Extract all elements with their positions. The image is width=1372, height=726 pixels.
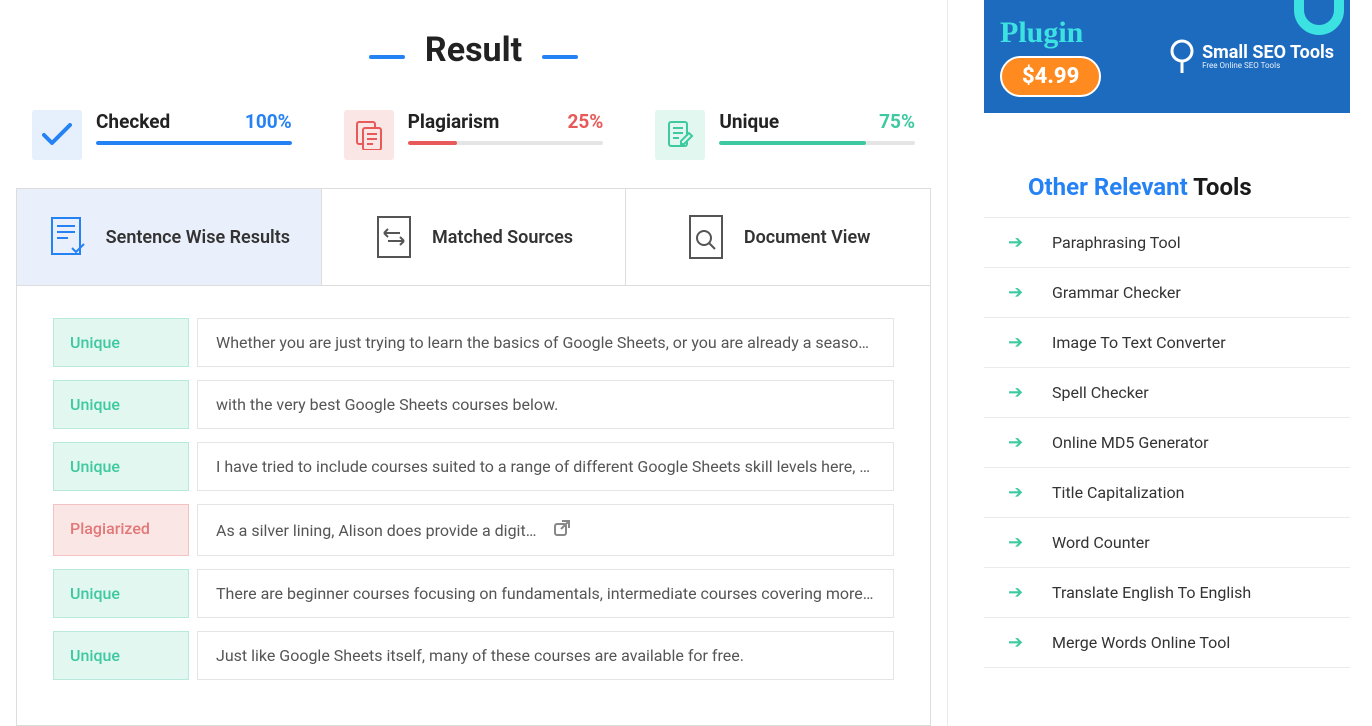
stats-row: Checked 100% Plagiarism 25% [16,110,931,188]
tool-item-label: Translate English To English [1052,583,1251,602]
tool-item[interactable]: ➔ Merge Words Online Tool [984,618,1350,668]
arrow-right-icon: ➔ [1008,282,1026,303]
tool-item[interactable]: ➔ Grammar Checker [984,268,1350,318]
ad-banner[interactable]: Plugin $4.99 Small SEO Tools Free Online… [984,0,1350,113]
result-sentence[interactable]: As a silver lining, Alison does provide … [197,504,894,556]
result-row: Unique Whether you are just trying to lea… [53,318,894,367]
tab-document-view[interactable]: Document View [626,189,930,285]
result-sentence[interactable]: Whether you are just trying to learn the… [197,318,894,367]
tool-item-label: Grammar Checker [1052,283,1181,302]
arrow-right-icon: ➔ [1008,632,1026,653]
result-sentence[interactable]: Just like Google Sheets itself, many of … [197,631,894,680]
result-sentence-text: Whether you are just trying to learn the… [216,333,875,352]
stat-plagiarism-label: Plagiarism [408,110,500,133]
dash-right [542,55,578,59]
tool-item[interactable]: ➔ Spell Checker [984,368,1350,418]
tool-item[interactable]: ➔ Translate English To English [984,568,1350,618]
tools-heading: Other Relevant Tools [984,153,1350,217]
stat-checked-label: Checked [96,110,170,133]
arrow-right-icon: ➔ [1008,232,1026,253]
sidebar: Plugin $4.99 Small SEO Tools Free Online… [948,0,1372,726]
stat-unique-value: 75% [879,110,915,133]
result-row: Unique I have tried to include courses su… [53,442,894,491]
arrow-right-icon: ➔ [1008,532,1026,553]
stat-checked-value: 100% [245,110,292,133]
stat-checked-bar [96,141,292,145]
tab-sentence-wise[interactable]: Sentence Wise Results [17,189,322,285]
tools-heading-dark: Tools [1193,173,1252,201]
tool-item[interactable]: ➔ Online MD5 Generator [984,418,1350,468]
result-title: Result [425,30,522,70]
arrow-right-icon: ➔ [1008,332,1026,353]
tab-matched-sources[interactable]: Matched Sources [322,189,627,285]
u-shape-icon [1294,0,1344,40]
tool-list: ➔ Paraphrasing Tool ➔ Grammar Checker ➔ Image… [984,217,1350,668]
main-content: Result Checked 100% [0,0,948,726]
tool-item[interactable]: ➔ Paraphrasing Tool [984,218,1350,268]
note-edit-icon [655,110,705,160]
ad-price: $4.99 [1000,56,1101,97]
list-check-icon [48,215,88,259]
check-icon [32,110,82,160]
result-row: Unique with the very best Google Sheets c… [53,380,894,429]
external-link-icon[interactable] [553,519,876,541]
tool-item-label: Merge Words Online Tool [1052,633,1230,652]
arrow-right-icon: ➔ [1008,582,1026,603]
tool-item[interactable]: ➔ Word Counter [984,518,1350,568]
result-tabs: Sentence Wise Results Matched Sources Do… [16,188,931,285]
result-sentence-text: Just like Google Sheets itself, many of … [216,646,875,665]
result-tag-unique: Unique [53,569,189,618]
ad-logo-sub: Free Online SEO Tools [1202,62,1334,70]
tool-item[interactable]: ➔ Image To Text Converter [984,318,1350,368]
result-sentence[interactable]: I have tried to include courses suited t… [197,442,894,491]
tab-matched-label: Matched Sources [432,227,573,248]
result-tag-plagiarized: Plagiarized [53,504,189,556]
result-tag-unique: Unique [53,442,189,491]
stat-unique: Unique 75% [655,110,915,160]
tools-heading-blue: Other Relevant [1028,173,1188,201]
tab-sentence-label: Sentence Wise Results [106,227,290,248]
result-row: Plagiarized As a silver lining, Alison do… [53,504,894,556]
tool-item[interactable]: ➔ Title Capitalization [984,468,1350,518]
arrow-right-icon: ➔ [1008,432,1026,453]
stat-plagiarism: Plagiarism 25% [344,110,604,160]
result-row: Unique Just like Google Sheets itself, ma… [53,631,894,680]
result-row: Unique There are beginner courses focusin… [53,569,894,618]
ad-logo-main: Small SEO Tools [1202,44,1334,62]
result-tag-unique: Unique [53,631,189,680]
stat-unique-label: Unique [719,110,779,133]
result-tag-unique: Unique [53,380,189,429]
tool-item-label: Word Counter [1052,533,1150,552]
tool-item-label: Spell Checker [1052,383,1149,402]
tool-item-label: Image To Text Converter [1052,333,1226,352]
ad-headline: Plugin [1000,16,1154,50]
stat-plagiarism-value: 25% [567,110,603,133]
result-tag-unique: Unique [53,318,189,367]
swap-doc-icon [374,215,414,259]
tab-document-label: Document View [744,227,871,248]
dash-left [369,55,405,59]
result-sentence-text: As a silver lining, Alison does provide … [216,521,539,540]
result-sentence-text: There are beginner courses focusing on f… [216,584,875,603]
result-sentence-text: I have tried to include courses suited t… [216,457,875,476]
tool-item-label: Online MD5 Generator [1052,433,1208,452]
arrow-right-icon: ➔ [1008,382,1026,403]
stat-checked: Checked 100% [32,110,292,160]
result-sentence[interactable]: with the very best Google Sheets courses… [197,380,894,429]
result-sentence-text: with the very best Google Sheets courses… [216,395,875,414]
result-sentence[interactable]: There are beginner courses focusing on f… [197,569,894,618]
tool-item-label: Title Capitalization [1052,483,1184,502]
doc-search-icon [686,215,726,259]
stat-unique-bar [719,141,915,145]
arrow-right-icon: ➔ [1008,482,1026,503]
stat-plagiarism-bar [408,141,604,145]
copy-icon [344,110,394,160]
magnifier-icon [1168,39,1196,75]
ad-logo: Small SEO Tools Free Online SEO Tools [1168,39,1334,75]
result-header: Result [16,30,931,70]
tool-item-label: Paraphrasing Tool [1052,233,1181,252]
